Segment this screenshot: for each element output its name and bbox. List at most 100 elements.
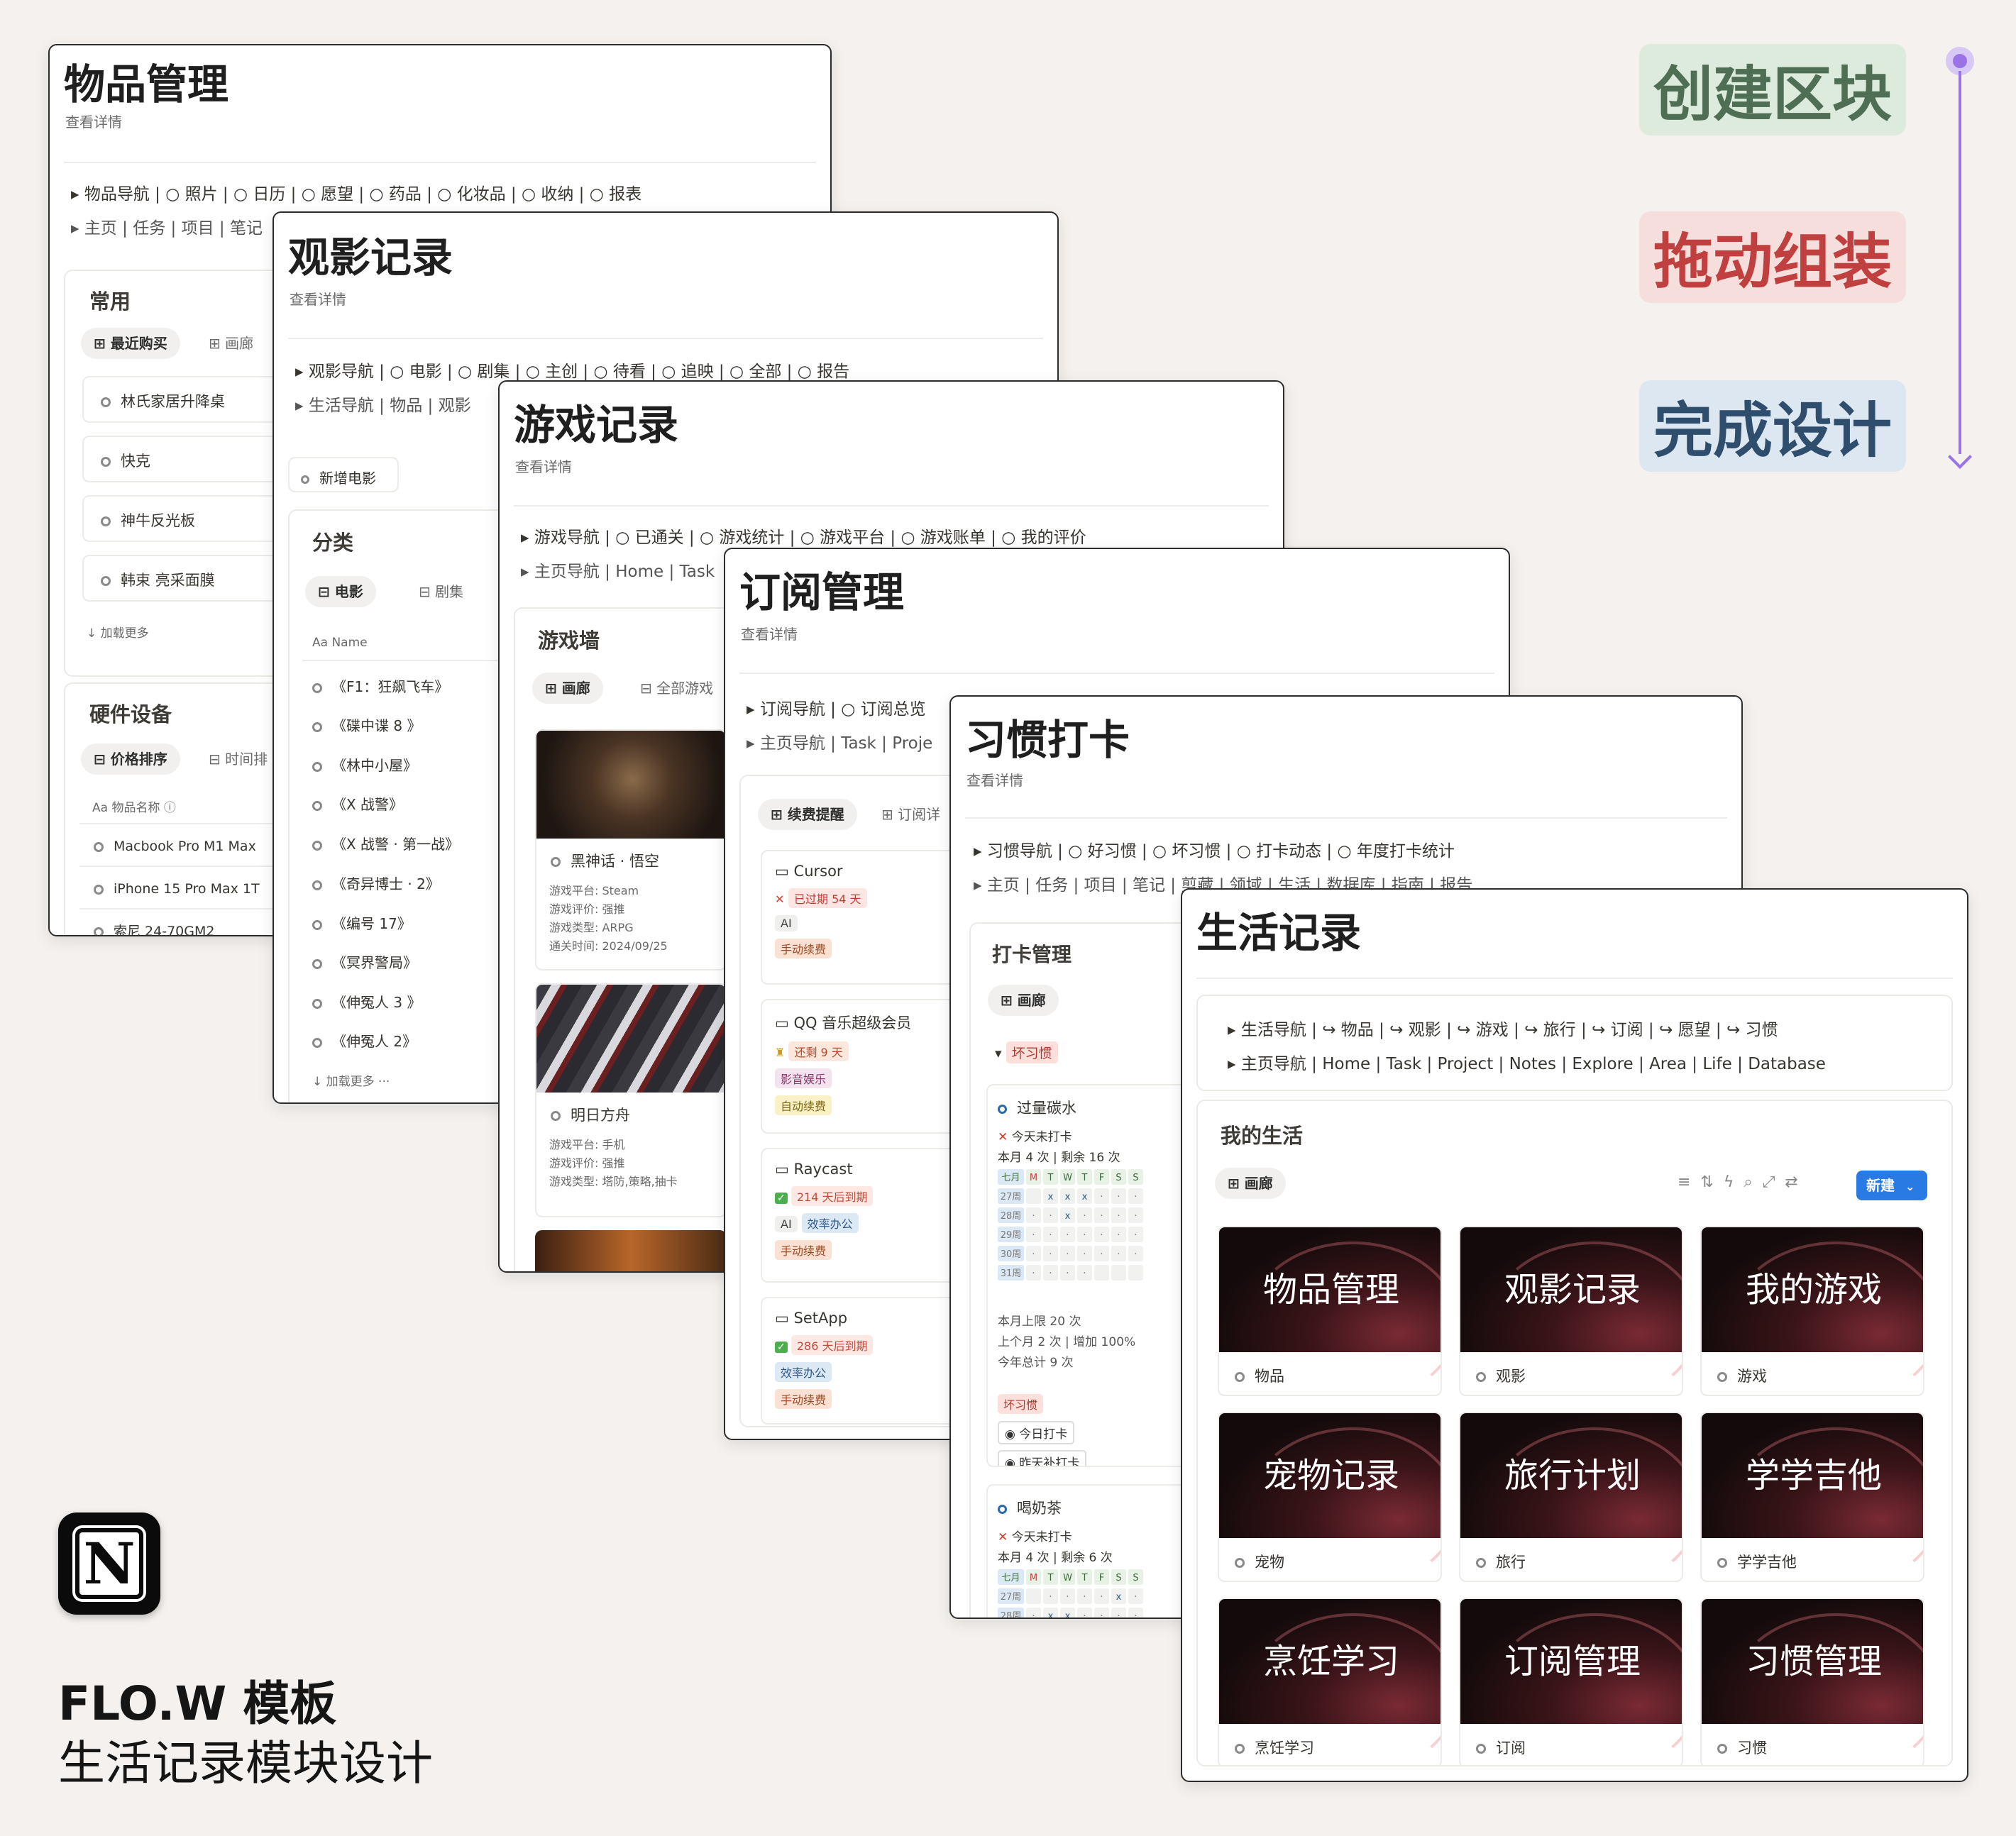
table-row[interactable]: 《伸冤人 2》: [312, 1030, 417, 1051]
game-card[interactable]: 明日方舟 游戏平台: 手机 游戏评价: 强推 游戏类型: 塔防,策略,抽卡: [535, 983, 727, 1217]
new-button[interactable]: 新建 ⌄: [1856, 1171, 1927, 1200]
calendar-cell-mark: 29周: [1001, 1230, 1022, 1241]
tab-renewal-reminder[interactable]: ⊞ 续费提醒: [758, 799, 857, 830]
gallery-card[interactable]: 物品管理 物品: [1218, 1226, 1442, 1396]
gallery-cover: 宠物记录: [1219, 1413, 1441, 1538]
table-row[interactable]: 《奇异博士 · 2》: [312, 873, 440, 893]
gallery-card[interactable]: 宠物记录 宠物: [1218, 1412, 1442, 1582]
calendar-cell-mark: x: [1065, 1192, 1071, 1202]
load-more[interactable]: ↓ 加载更多: [87, 623, 149, 641]
habit-card[interactable]: 过量碳水 ✕ 今天未打卡 本月 4 次 | 剩余 16 次 七月 M T W T F S S 2…: [986, 1084, 1195, 1467]
games-nav[interactable]: ▸ 游戏导航 | ○ 已通关 | ○ 游戏统计 | ○ 游戏平台 | ○ 游戏账…: [521, 524, 1086, 548]
toolbar-icons[interactable]: ≡⇅ϟ⌕⤢⇄: [1678, 1173, 1808, 1191]
calendar-cell-mark: ·: [1134, 1611, 1137, 1619]
calendar-cell-mark: ·: [1049, 1230, 1052, 1241]
load-more[interactable]: ↓ 加载更多 ···: [312, 1071, 390, 1089]
calendar-head-label: S: [1133, 1173, 1138, 1183]
gallery-card[interactable]: 习惯管理 习惯: [1700, 1598, 1924, 1765]
table-row[interactable]: iPhone 15 Pro Max 1T: [94, 881, 260, 897]
table-row[interactable]: 《X 战警》: [312, 793, 403, 814]
subscription-card[interactable]: ▭ SetApp ✓ 286 天后到期 效率办公 手动续费: [761, 1297, 957, 1425]
tab-time-sort[interactable]: ⊟ 时间排: [209, 743, 268, 775]
habit-card[interactable]: 喝奶茶 ✕ 今天未打卡 本月 4 次 | 剩余 6 次 七月 M T W T F S S 27周…: [986, 1484, 1195, 1619]
table-row[interactable]: 《伸冤人 3 》: [312, 991, 421, 1012]
gallery-label: 观影: [1476, 1365, 1526, 1386]
calendar-cell-mark: x: [1082, 1192, 1088, 1202]
cross-icon: ✕: [998, 1130, 1008, 1144]
cross-icon: ✕: [998, 1530, 1008, 1544]
calendar-cell-mark: ·: [1100, 1592, 1103, 1603]
calendar-cell-mark: ·: [1117, 1192, 1120, 1202]
app-icon: ▭: [775, 1310, 794, 1327]
calendar-head-label: S: [1133, 1573, 1138, 1583]
tab-gallery[interactable]: ⊞ 画廊: [532, 673, 603, 704]
section-my-life: 我的生活 ⊞ 画廊 ≡⇅ϟ⌕⤢⇄ 新建 ⌄ 物品管理 物品 观影记录 观影 我的游戏 游戏…: [1196, 1100, 1953, 1766]
table-row[interactable]: 《碟中谍 8 》: [312, 714, 421, 735]
gallery-label: 学学吉他: [1717, 1551, 1797, 1572]
tab-all-games[interactable]: ⊟ 全部游戏: [640, 673, 713, 704]
tab-gallery[interactable]: ⊞ 画廊: [209, 328, 253, 359]
section-title: 硬件设备: [89, 702, 172, 726]
view-details-link[interactable]: 查看详情: [515, 455, 572, 476]
calendar-cell-mark: 31周: [1001, 1268, 1022, 1279]
home-nav[interactable]: ▸ 主页导航 | Home | Task: [521, 558, 715, 582]
view-details-link[interactable]: 查看详情: [966, 769, 1023, 790]
gallery-card[interactable]: 观影记录 观影: [1459, 1226, 1683, 1396]
subscription-card[interactable]: ▭ Raycast ✓ 214 天后到期 AI 效率办公 手动续费: [761, 1148, 957, 1283]
tab-gallery[interactable]: ⊞ 画廊: [988, 985, 1059, 1016]
view-details-link[interactable]: 查看详情: [65, 111, 122, 131]
check-icon: ✓: [775, 1193, 788, 1204]
table-row[interactable]: 《林中小屋》: [312, 754, 417, 775]
gallery-card[interactable]: 烹饪学习 烹饪学习: [1218, 1598, 1442, 1765]
items-nav[interactable]: ▸ 物品导航 | ○ 照片 | ○ 日历 | ○ 愿望 | ○ 药品 | ○ 化…: [71, 180, 641, 204]
subscriptions-nav[interactable]: ▸ 订阅导航 | ○ 订阅总览: [747, 695, 926, 719]
home-nav[interactable]: ▸ 主页导航 | Home | Task | Project | Notes |…: [1228, 1050, 1826, 1074]
page-title: 生活记录: [1196, 909, 1362, 957]
view-details-link[interactable]: 查看详情: [290, 288, 346, 309]
tab-movies[interactable]: ⊟ 电影: [305, 576, 376, 607]
tab-subscription-detail[interactable]: ⊞ 订阅详: [881, 799, 940, 830]
table-row[interactable]: Macbook Pro M1 Max: [94, 839, 256, 854]
trophy-icon: ♜: [775, 1046, 789, 1059]
subscription-card[interactable]: ▭ QQ 音乐超级会员 ♜ 还剩 9 天 影音娱乐 自动续费: [761, 999, 957, 1134]
home-nav[interactable]: ▸ 主页导航 | Task | Proje: [747, 729, 932, 753]
table-row[interactable]: 索尼 24-70GM2: [94, 921, 214, 935]
movies-nav[interactable]: ▸ 观影导航 | ○ 电影 | ○ 剧集 | ○ 主创 | ○ 待看 | ○ 追…: [295, 358, 849, 382]
gallery-label: 旅行: [1476, 1551, 1526, 1572]
table-row[interactable]: 《F1：狂飙飞车》: [312, 675, 448, 696]
life-nav[interactable]: ▸ 生活导航 | 物品 | 观影: [295, 392, 471, 416]
tab-gallery[interactable]: ⊞ 画廊: [1215, 1168, 1286, 1199]
home-nav[interactable]: ▸ 主页 | 任务 | 项目 | 笔记: [71, 214, 263, 238]
gallery-card[interactable]: 订阅管理 订阅: [1459, 1598, 1683, 1765]
calendar-cell-mark: 28周: [1001, 1611, 1022, 1619]
step-finish-design: 完成设计: [1639, 380, 1907, 472]
tab-recent[interactable]: ⊞ 最近购买: [81, 328, 180, 359]
calendar-cell-mark: ·: [1100, 1230, 1103, 1241]
table-row[interactable]: 《冥界警局》: [312, 951, 417, 972]
view-details-link[interactable]: 查看详情: [741, 623, 798, 643]
add-movie-button[interactable]: 新增电影: [288, 457, 399, 492]
calendar-cell-mark: ·: [1100, 1192, 1103, 1202]
subscription-card[interactable]: ▭ Cursor ✕ 已过期 54 天 AI 手动续费: [761, 850, 957, 985]
gallery-cover: 习惯管理: [1702, 1599, 1923, 1724]
calendar-cell-mark: ·: [1134, 1592, 1137, 1603]
calendar-head-label: S: [1116, 1173, 1121, 1183]
table-row[interactable]: 《编号 17》: [312, 912, 412, 933]
checkin-yesterday-button[interactable]: ◉ 昨天补打卡: [998, 1450, 1087, 1466]
tab-series[interactable]: ⊟ 剧集: [419, 576, 463, 607]
tab-price-sort[interactable]: ⊟ 价格排序: [81, 743, 180, 775]
gallery-card[interactable]: 旅行计划 旅行: [1459, 1412, 1683, 1582]
gallery-label: 订阅: [1476, 1737, 1526, 1758]
group-toggle[interactable]: ▾ 坏习惯: [995, 1041, 1062, 1063]
life-nav[interactable]: ▸ 生活导航 | ↪ 物品 | ↪ 观影 | ↪ 游戏 | ↪ 旅行 | ↪ 订…: [1228, 1016, 1778, 1040]
habits-nav[interactable]: ▸ 习惯导航 | ○ 好习惯 | ○ 坏习惯 | ○ 打卡动态 | ○ 年度打卡…: [974, 837, 1455, 861]
gallery-card[interactable]: 学学吉他 学学吉他: [1700, 1412, 1924, 1582]
gallery-card[interactable]: 我的游戏 游戏: [1700, 1226, 1924, 1396]
calendar-head-label: W: [1063, 1173, 1072, 1183]
gallery-cover: 物品管理: [1219, 1227, 1441, 1352]
check-icon: ✓: [775, 1342, 788, 1353]
column-header: Aa Name: [312, 636, 368, 650]
game-card[interactable]: 黑神话 · 悟空 游戏平台: Steam 游戏评价: 强推 游戏类型: ARPG…: [535, 729, 727, 970]
table-row[interactable]: 《X 战警 · 第一战》: [312, 833, 459, 853]
checkin-today-button[interactable]: ◉ 今日打卡: [998, 1421, 1075, 1444]
